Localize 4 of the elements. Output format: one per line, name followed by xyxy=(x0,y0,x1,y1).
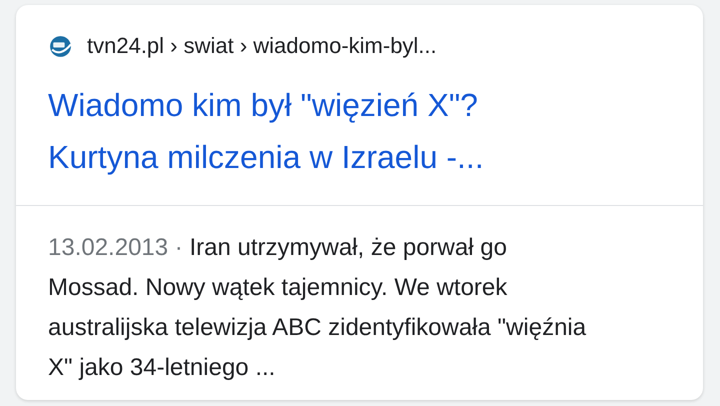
result-title-link[interactable]: Wiadomo kim był "więzień X"? Kurtyna milczenia w Izraelu -... xyxy=(48,79,553,183)
breadcrumb-url[interactable]: tvn24.pl › swiat › wiadomo-kim-byl... xyxy=(87,33,437,59)
result-snippet: 13.02.2013 · Iran utrzymywał, że porwał go Mossad. Nowy wątek tajemnicy. We wtorek australijska telewizja ABC zidentyfikowała "więźnia X" jako 34-letniego ... xyxy=(48,233,588,383)
site-logo-icon xyxy=(48,34,73,58)
